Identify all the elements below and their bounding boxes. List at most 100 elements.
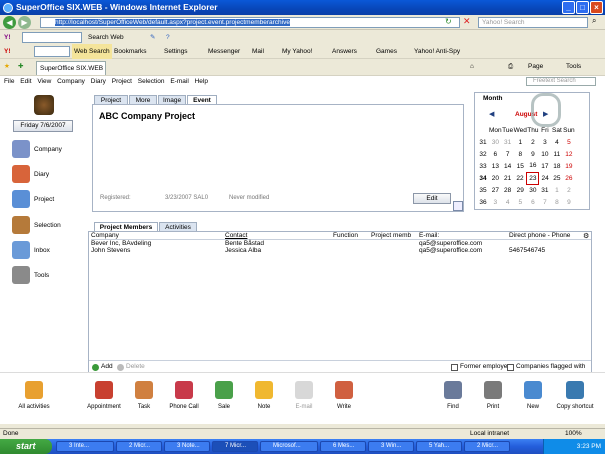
stop-flag-checkbox[interactable] [507, 364, 514, 371]
mail-button[interactable]: Mail [252, 44, 264, 59]
menu-diary[interactable]: Diary [91, 78, 106, 85]
col-phone[interactable]: Direct phone - Phone [509, 232, 591, 240]
copy-shortcut-button[interactable]: Copy shortcut [553, 381, 597, 410]
former-employees-checkbox[interactable] [451, 364, 458, 371]
prev-month-icon[interactable]: ◀ [489, 110, 494, 118]
menu-help[interactable]: Help [195, 78, 208, 85]
edit-button[interactable]: Edit [413, 193, 451, 204]
all-activities-button[interactable]: All activities [12, 381, 56, 410]
date-button[interactable]: Friday 7/6/2007 [13, 120, 73, 132]
calendar-day[interactable]: 29 [514, 184, 527, 196]
nav-diary[interactable]: Diary [12, 165, 82, 185]
taskbar-item[interactable]: 7 Micr... [212, 441, 258, 452]
calendar-day[interactable]: 18 [551, 160, 563, 172]
nav-company[interactable]: Company [12, 140, 82, 160]
pencil-icon[interactable]: ✎ [150, 30, 155, 45]
ie-tab-active[interactable]: SuperOffice SIX.WEB [36, 61, 106, 75]
col-contact[interactable]: Contact [225, 232, 333, 240]
col-function[interactable]: Function [333, 232, 371, 240]
office-assistant-icon[interactable] [531, 93, 561, 127]
calendar-day[interactable]: 7 [502, 148, 514, 160]
calendar-day[interactable]: 24 [539, 172, 551, 184]
menu-selection[interactable]: Selection [138, 78, 165, 85]
add-icon[interactable] [92, 364, 99, 371]
search-web-button[interactable]: Search Web [88, 30, 124, 45]
calendar-day[interactable]: 6 [489, 148, 502, 160]
table-row[interactable]: Bever Inc, BAvdeling Bente Båstad qa5@su… [91, 240, 591, 247]
calendar-day[interactable]: 22 [514, 172, 527, 184]
calendar-day[interactable]: 3 [489, 196, 502, 208]
freetext-search-input[interactable]: Freetext Search [526, 77, 596, 86]
nav-project[interactable]: Project [12, 190, 82, 210]
add-favorite-icon[interactable]: ✚ [18, 59, 23, 74]
nav-inbox[interactable]: Inbox [12, 241, 82, 261]
calendar-day-today[interactable]: 23 [526, 171, 540, 185]
calendar-day[interactable]: 14 [502, 160, 514, 172]
yahoo-search-input[interactable] [34, 46, 70, 57]
answers-button[interactable]: Answers [332, 44, 357, 59]
back-icon[interactable]: ◀ [3, 16, 16, 29]
delete-icon[interactable] [117, 364, 124, 371]
calendar-day[interactable]: 30 [489, 136, 502, 148]
calendar-day[interactable]: 25 [551, 172, 563, 184]
taskbar-item[interactable]: 3 Inte... [56, 441, 114, 452]
web-search-button[interactable]: Web Search [72, 44, 112, 59]
antispy-button[interactable]: Yahoo! Anti-Spy [414, 44, 460, 59]
yahoo-icon[interactable]: Y! [4, 30, 11, 45]
help-icon[interactable]: ? [166, 30, 170, 45]
menu-view[interactable]: View [37, 78, 51, 85]
taskbar-item[interactable]: 3 Win... [368, 441, 414, 452]
toolbar-search-box[interactable] [22, 32, 82, 43]
col-project-member[interactable]: Project memb [371, 232, 419, 240]
refresh-icon[interactable]: ↻ [445, 17, 455, 27]
col-company[interactable]: Company [91, 232, 225, 240]
calendar-day[interactable]: 31 [502, 136, 514, 148]
home-icon[interactable]: ⌂ [470, 59, 474, 74]
appointment-button[interactable]: Appointment [82, 381, 126, 410]
sale-button[interactable]: Sale [202, 381, 246, 410]
start-button[interactable]: start [0, 439, 52, 454]
calendar-day[interactable]: 4 [551, 136, 563, 148]
calendar-day[interactable]: 10 [539, 148, 551, 160]
address-input[interactable]: http://localhost/SuperOfficeWeb/default.… [40, 17, 460, 28]
zoom-level[interactable]: 100% [565, 429, 582, 439]
taskbar-item[interactable]: 2 Micr... [464, 441, 510, 452]
calendar-day[interactable]: 6 [527, 196, 539, 208]
col-email[interactable]: E-mail: [419, 232, 509, 240]
calendar-day[interactable]: 4 [502, 196, 514, 208]
calendar-day[interactable]: 2 [563, 184, 575, 196]
calendar-day[interactable]: 5 [563, 136, 575, 148]
calendar-day[interactable]: 31 [539, 184, 551, 196]
search-input[interactable]: Yahoo! Search [478, 17, 588, 28]
calendar-day[interactable]: 28 [502, 184, 514, 196]
print-button[interactable]: Print [471, 381, 515, 410]
new-button[interactable]: New [511, 381, 555, 410]
calendar-day[interactable]: 5 [514, 196, 527, 208]
close-button[interactable]: × [590, 1, 603, 14]
calendar-month-tab[interactable]: Month [483, 95, 503, 102]
settings-button[interactable]: Settings [164, 44, 188, 59]
calendar-day[interactable]: 27 [489, 184, 502, 196]
yahoo-logo-icon[interactable]: Y! [4, 44, 11, 59]
calendar-day[interactable]: 19 [563, 160, 575, 172]
tools-menu[interactable]: Tools [566, 59, 581, 74]
taskbar-item[interactable]: 3 Note... [164, 441, 210, 452]
search-icon[interactable]: ⌕ [592, 16, 596, 26]
taskbar-item[interactable]: 6 Mes... [320, 441, 366, 452]
taskbar-item[interactable]: 5 Yah... [416, 441, 462, 452]
menu-edit[interactable]: Edit [20, 78, 31, 85]
menu-project[interactable]: Project [112, 78, 132, 85]
task-button[interactable]: Task [122, 381, 166, 410]
note-button[interactable]: Note [242, 381, 286, 410]
calendar-day[interactable]: 11 [551, 148, 563, 160]
print-icon[interactable]: ⎙ [508, 59, 513, 74]
menu-company[interactable]: Company [57, 78, 85, 85]
calendar-day[interactable]: 9 [527, 148, 539, 160]
calendar-day[interactable]: 20 [489, 172, 502, 184]
games-button[interactable]: Games [376, 44, 397, 59]
menu-file[interactable]: File [4, 78, 14, 85]
calendar-day[interactable]: 9 [563, 196, 575, 208]
calendar-day[interactable]: 17 [539, 160, 551, 172]
resize-handle-icon[interactable] [453, 201, 463, 211]
stop-icon[interactable]: ✕ [463, 16, 473, 26]
